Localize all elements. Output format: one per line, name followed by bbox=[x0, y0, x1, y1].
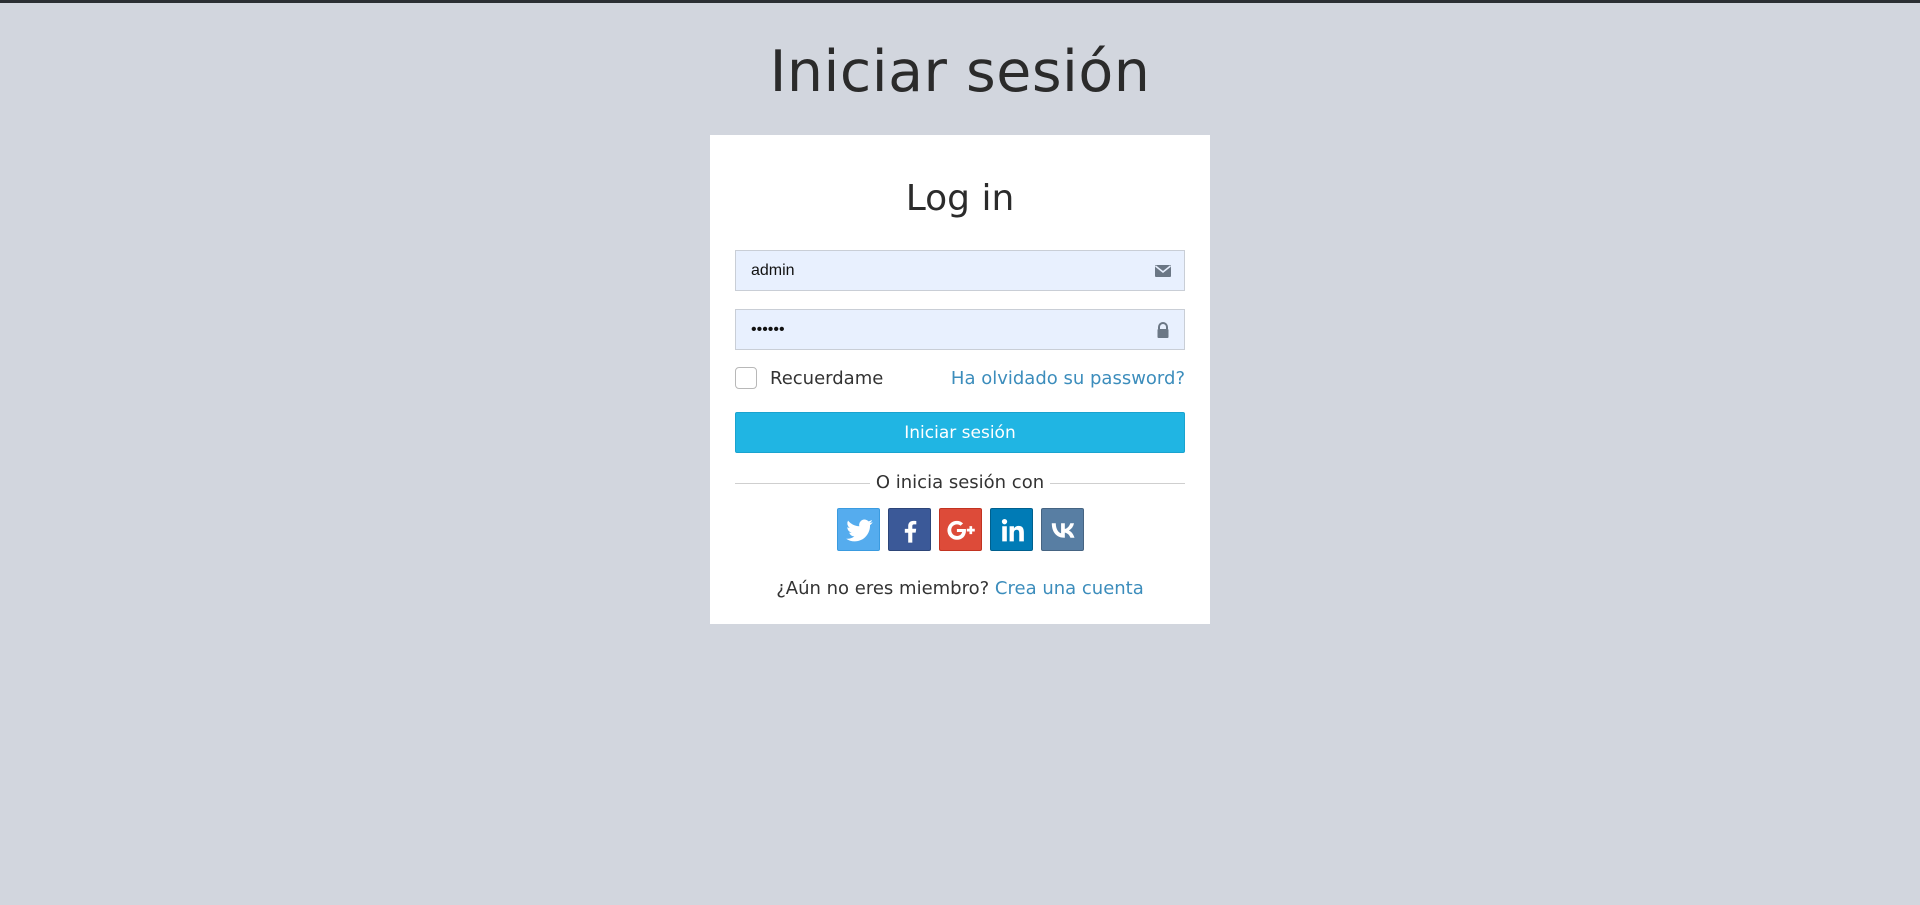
facebook-login-button[interactable] bbox=[887, 508, 931, 551]
facebook-icon bbox=[904, 520, 916, 543]
remember-label[interactable]: Recuerdame bbox=[770, 368, 883, 390]
vk-icon bbox=[1051, 523, 1074, 538]
login-heading: Log in bbox=[905, 178, 1015, 219]
social-divider: O inicia sesión con bbox=[735, 471, 1185, 495]
remember-checkbox[interactable] bbox=[735, 367, 757, 389]
login-submit-button[interactable]: Iniciar sesión bbox=[735, 412, 1185, 453]
twitter-login-button[interactable] bbox=[836, 508, 880, 551]
password-input[interactable] bbox=[736, 310, 1136, 349]
forgot-password-link[interactable]: Ha olvidado su password? bbox=[951, 368, 1185, 390]
twitter-icon bbox=[845, 519, 873, 542]
google-plus-login-button[interactable] bbox=[938, 508, 982, 551]
remember-row: Recuerdame Ha olvidado su password? bbox=[735, 367, 1185, 393]
linkedin-login-button[interactable] bbox=[989, 508, 1033, 551]
envelope-icon bbox=[1154, 262, 1172, 280]
signup-prompt: ¿Aún no eres miembro? bbox=[776, 578, 990, 599]
username-field-wrapper bbox=[735, 250, 1185, 291]
login-box: Log in Recuerdame Ha olvidado su passwor… bbox=[710, 135, 1210, 624]
create-account-link[interactable]: Crea una cuenta bbox=[995, 578, 1144, 599]
social-login-row bbox=[710, 508, 1210, 552]
vk-login-button[interactable] bbox=[1040, 508, 1084, 551]
page-title: Iniciar sesión bbox=[769, 39, 1151, 105]
lock-icon bbox=[1154, 321, 1172, 339]
linkedin-icon bbox=[1001, 519, 1024, 542]
google-plus-icon bbox=[946, 520, 975, 540]
password-field-wrapper bbox=[735, 309, 1185, 350]
signup-row: ¿Aún no eres miembro? Crea una cuenta bbox=[710, 577, 1210, 601]
username-input[interactable] bbox=[736, 251, 1136, 290]
divider-line-right bbox=[1050, 483, 1185, 484]
